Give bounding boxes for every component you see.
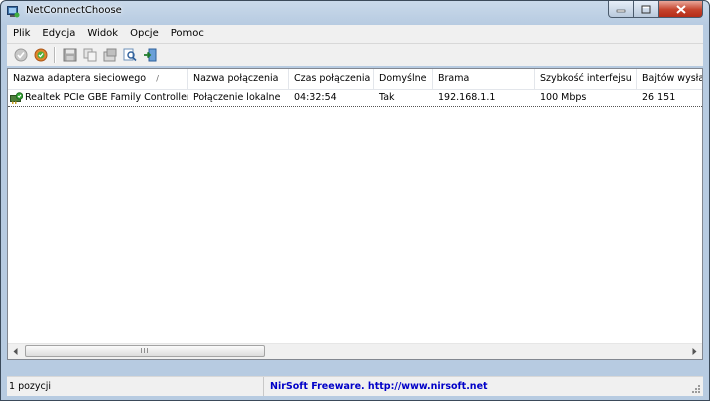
column-header-speed[interactable]: Szybkość interfejsu — [535, 69, 637, 89]
copy-button[interactable] — [80, 46, 99, 65]
column-header-label: Szybkość interfejsu — [540, 73, 632, 84]
column-header-label: Czas połączenia — [294, 73, 371, 84]
scroll-right-button[interactable] — [687, 344, 702, 359]
cell-default: Tak — [379, 92, 395, 103]
list-header: Nazwa adaptera sieciowego / Nazwa połącze… — [8, 69, 702, 90]
column-header-label: Brama — [438, 73, 470, 84]
cell-time: 04:32:54 — [294, 92, 337, 103]
minimize-button[interactable] — [608, 1, 634, 18]
cell-speed: 100 Mbps — [540, 92, 587, 103]
adapter-list[interactable]: Nazwa adaptera sieciowego / Nazwa połącze… — [7, 68, 703, 360]
properties-button[interactable] — [100, 46, 119, 65]
scrollbar-grip: III — [140, 347, 150, 355]
menu-widok[interactable]: Widok — [81, 25, 124, 43]
cell-adapter: Realtek PCIe GBE Family Controller — [8, 90, 188, 106]
network-adapter-icon — [10, 91, 23, 104]
app-window: NetConnectChoose Plik Edycja Widok Opcje… — [0, 0, 710, 401]
nirsoft-link[interactable]: NirSoft Freeware. http://www.nirsoft.net — [264, 377, 703, 396]
maximize-icon — [641, 5, 651, 13]
menu-bar: Plik Edycja Widok Opcje Pomoc — [7, 25, 703, 44]
menu-opcje[interactable]: Opcje — [124, 25, 165, 43]
scroll-right-icon — [692, 348, 697, 355]
title-bar[interactable]: NetConnectChoose — [1, 1, 709, 23]
column-header-label: Domyślne — [379, 73, 427, 84]
exit-icon — [143, 48, 156, 62]
check-active-icon — [34, 48, 47, 62]
menu-pomoc[interactable]: Pomoc — [165, 25, 210, 43]
exit-button[interactable] — [140, 46, 159, 65]
toolbar-separator — [54, 47, 56, 63]
check-disabled-icon — [14, 48, 27, 62]
column-header-label: Nazwa adaptera sieciowego — [13, 73, 147, 84]
properties-icon — [103, 48, 116, 62]
resize-grip-icon[interactable] — [691, 384, 701, 394]
status-bar: 1 pozycji NirSoft Freeware. http://www.n… — [7, 376, 703, 396]
save-button[interactable] — [60, 46, 79, 65]
scroll-left-icon — [13, 348, 18, 355]
app-icon — [7, 6, 20, 18]
find-button[interactable] — [120, 46, 139, 65]
scroll-left-button[interactable] — [8, 344, 23, 359]
column-header-label: Nazwa połączenia — [193, 73, 279, 84]
sort-indicator: / — [156, 74, 159, 83]
window-controls — [608, 1, 703, 19]
maximize-button[interactable] — [634, 1, 659, 18]
cell-gateway: 192.168.1.1 — [438, 92, 496, 103]
toolbar — [7, 44, 703, 66]
check-disabled-button[interactable] — [11, 46, 30, 65]
copy-icon — [83, 48, 96, 62]
cell-connection: Połączenie lokalne — [193, 92, 281, 103]
window-title: NetConnectChoose — [26, 5, 122, 16]
save-icon — [63, 48, 76, 62]
column-header-default[interactable]: Domyślne — [374, 69, 433, 89]
table-row[interactable]: Realtek PCIe GBE Family Controller Połąc… — [8, 90, 702, 107]
adapter-name: Realtek PCIe GBE Family Controller — [25, 92, 188, 103]
menu-plik[interactable]: Plik — [7, 25, 36, 43]
close-icon — [675, 4, 686, 14]
check-active-button[interactable] — [31, 46, 50, 65]
column-header-connection[interactable]: Nazwa połączenia — [188, 69, 289, 89]
horizontal-scrollbar[interactable]: III — [8, 343, 702, 359]
column-header-bytes-sent[interactable]: Bajtów wysłan — [637, 69, 702, 89]
column-header-label: Bajtów wysłan — [642, 73, 702, 84]
menu-edycja[interactable]: Edycja — [36, 25, 81, 43]
minimize-icon — [616, 9, 626, 13]
scrollbar-thumb[interactable]: III — [25, 345, 265, 357]
column-header-adapter[interactable]: Nazwa adaptera sieciowego / — [8, 69, 188, 89]
find-icon — [123, 48, 137, 62]
cell-bytes-sent: 26 151 — [642, 92, 676, 103]
close-button[interactable] — [659, 1, 703, 18]
column-header-time[interactable]: Czas połączenia — [289, 69, 374, 89]
column-header-gateway[interactable]: Brama — [433, 69, 535, 89]
status-count: 1 pozycji — [7, 377, 264, 396]
